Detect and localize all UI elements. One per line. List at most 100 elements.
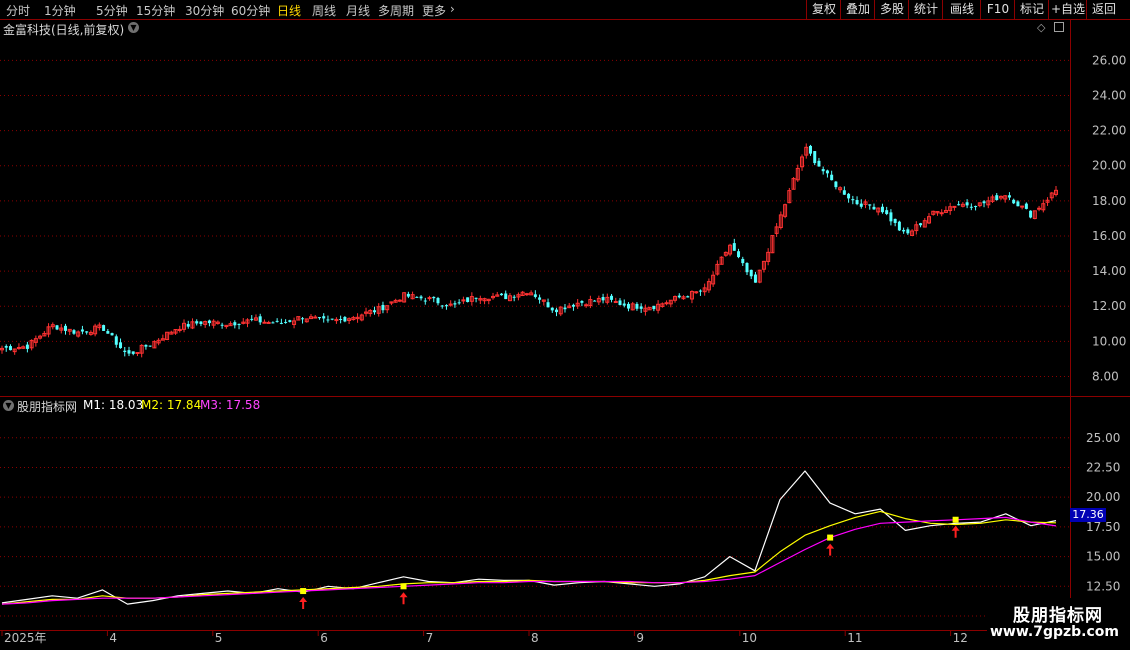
candle-body [821,169,825,172]
indicator-tick-label: 20.00 [1086,490,1120,504]
candle-body [1029,210,1033,218]
indicator-line-m3 [1,516,1057,605]
kline-chart: 26.0024.0022.0020.0018.0016.0014.0012.00… [0,53,1126,645]
candle-body [969,206,973,208]
candle-body [55,325,59,330]
candle-body [834,181,838,188]
candle-body [965,202,969,206]
candle-body [868,204,872,206]
candle-body [825,170,829,174]
candle-body [275,320,279,322]
current-value-tag: 17.36 [1070,508,1106,522]
candle-body [897,221,901,231]
candle-body [440,305,444,307]
candle-body [279,322,283,324]
candle-body [406,293,410,297]
candle-body [313,316,318,319]
candle-body [1012,199,1016,204]
candle-body [677,295,681,298]
candle-body [288,320,292,322]
candle-body [419,296,423,299]
candle-body [127,350,131,354]
candle-body [635,303,639,309]
indicator-tick-label: 12.50 [1086,579,1120,593]
candle-body [847,193,851,199]
candle-body [906,229,910,234]
candle-body [1024,203,1028,209]
candle-body [1016,201,1020,207]
candle-body [872,206,876,210]
watermark: 股朋指标网 www.7gpzb.com [987,598,1130,650]
signal-marker [952,516,959,523]
candle-body [555,309,559,313]
candle-body [457,302,461,304]
candle-body [957,204,961,206]
candle-body [855,200,859,205]
buy-arrow-icon [826,543,835,556]
candle-body [952,205,957,208]
candle-body [842,190,846,195]
buy-arrow-icon [299,597,308,610]
candle-body [1037,207,1042,210]
candle-body [618,300,622,305]
candle-body [301,318,305,320]
time-tick-label: 2025年 [4,631,47,645]
candle-body [474,297,478,299]
candle-body [233,322,237,326]
candle-body [415,296,419,298]
candle-body [317,317,321,319]
candle-body [123,350,127,353]
candle-body [749,269,753,277]
candle-body [237,323,241,325]
candle-body [639,306,643,309]
candle-body [698,290,702,292]
candle-body [144,344,148,347]
candle-body [250,318,254,320]
candle-body [199,321,203,325]
candle-body [381,304,385,311]
candle-body [893,218,897,223]
candle-body [258,316,262,323]
candle-body [63,325,67,331]
candle-body [466,297,470,303]
candle-body [889,212,893,222]
indicator-tick-label: 15.00 [1086,550,1120,564]
candle-body [745,263,749,273]
candle-body [102,325,106,331]
candle-body [372,310,376,313]
candle-body [830,174,834,181]
candle-body [271,322,275,324]
candle-body [504,293,508,300]
candle-body [851,199,855,201]
candle-body [741,258,745,264]
time-tick-label: 8 [531,631,539,645]
candle-body [4,346,8,348]
candle-body [584,304,589,307]
candle-body [284,321,288,323]
side-panel-edge [1120,20,1130,620]
candle-body [694,291,699,294]
candle-body [266,321,271,324]
candle-body [652,305,656,310]
time-tick-label: 9 [636,631,644,645]
indicator-line-m1 [1,470,1057,605]
candle-body [220,324,224,326]
candle-body [902,229,906,232]
candle-body [593,300,597,302]
candle-body [533,294,537,297]
candle-body [131,351,135,354]
signal-marker [300,588,307,595]
candle-body [436,298,440,304]
candle-body [580,300,584,303]
candle-body [813,151,817,164]
price-tick-label: 8.00 [1092,369,1119,383]
candle-body [610,295,614,300]
candle-body [85,331,89,333]
candle-body [343,316,347,322]
candle-body [538,297,542,300]
candle-body [114,336,118,345]
candle-body [686,296,690,298]
candle-body [601,297,605,301]
time-tick-label: 7 [426,631,434,645]
candle-body [453,303,457,305]
